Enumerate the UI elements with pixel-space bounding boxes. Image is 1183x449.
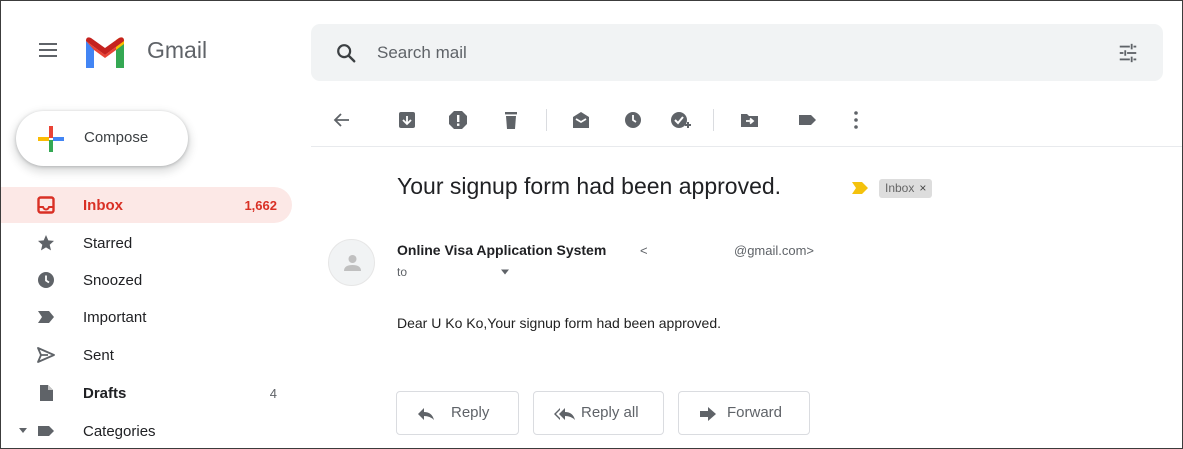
sender-avatar [328, 239, 375, 286]
importance-marker-icon[interactable] [851, 181, 869, 195]
reply-button[interactable]: Reply [396, 391, 519, 435]
sidebar-item-label: Sent [83, 347, 114, 364]
archive-icon[interactable] [397, 109, 419, 131]
expand-arrow-icon[interactable] [19, 427, 27, 435]
report-spam-icon[interactable] [447, 109, 469, 131]
sidebar-item-inbox[interactable]: Inbox 1,662 [1, 187, 292, 223]
sidebar-item-sent[interactable]: Sent [1, 337, 292, 373]
mark-unread-icon[interactable] [571, 109, 593, 131]
sidebar-item-important[interactable]: Important [1, 299, 292, 335]
forward-label: Forward [727, 404, 783, 421]
labels-icon[interactable] [797, 109, 819, 131]
star-icon [38, 235, 54, 251]
sidebar-item-categories[interactable]: Categories [1, 413, 292, 448]
clock-icon [38, 272, 54, 288]
search-bar [311, 24, 1163, 81]
sidebar-item-label: Inbox [83, 197, 123, 214]
snooze-icon[interactable] [623, 109, 645, 131]
more-options-icon[interactable] [845, 109, 867, 131]
main-menu-icon[interactable] [39, 42, 59, 58]
forward-button[interactable]: Forward [678, 391, 810, 435]
delete-icon[interactable] [501, 109, 523, 131]
gmail-logo-icon[interactable] [83, 35, 127, 69]
sidebar-item-snoozed[interactable]: Snoozed [1, 262, 292, 298]
top-bar: Gmail [1, 1, 1182, 93]
sidebar-item-label: Categories [83, 423, 156, 440]
drafts-count: 4 [269, 386, 277, 401]
sidebar-item-label: Important [83, 309, 147, 326]
default-avatar-icon [344, 255, 361, 271]
unread-count: 1,662 [244, 198, 277, 213]
reply-all-label: Reply all [581, 404, 639, 421]
email-subject: Your signup form had been approved. [397, 173, 782, 199]
forward-icon [700, 407, 716, 421]
reply-all-button[interactable]: Reply all [533, 391, 664, 435]
search-input[interactable] [377, 41, 1057, 65]
label-icon [38, 426, 54, 436]
inbox-icon [37, 196, 55, 214]
gmail-wordmark: Gmail [147, 37, 208, 63]
email-body: Dear U Ko Ko,Your signup form had been a… [397, 315, 722, 331]
sender-email: @gmail.com> [734, 243, 815, 258]
draft-icon [40, 385, 53, 401]
move-to-icon[interactable] [739, 109, 761, 131]
reply-all-icon [554, 408, 575, 420]
sidebar-item-drafts[interactable]: Drafts 4 [1, 375, 292, 411]
back-arrow-icon[interactable] [331, 109, 353, 131]
reply-label: Reply [451, 404, 490, 421]
search-icon[interactable] [335, 42, 357, 64]
sidebar-item-label: Drafts [83, 385, 127, 402]
compose-label: Compose [84, 129, 149, 146]
inbox-label-chip[interactable]: Inbox × [879, 179, 933, 198]
sender-email-bracket: < [640, 243, 648, 258]
toolbar-divider-line [311, 146, 1182, 147]
sender-name: Online Visa Application System [397, 242, 607, 258]
important-icon [38, 311, 54, 323]
sidebar-item-label: Starred [83, 235, 133, 252]
recipient-label: to [397, 265, 408, 279]
search-options-icon[interactable] [1117, 42, 1139, 64]
reply-icon [418, 408, 434, 420]
label-chip-text: Inbox [885, 181, 915, 195]
send-icon [37, 347, 55, 363]
show-details-caret-icon[interactable] [500, 269, 510, 275]
gmail-window: Gmail Compose [0, 0, 1183, 449]
sidebar-item-starred[interactable]: Starred [1, 225, 292, 261]
sidebar-item-label: Snoozed [83, 272, 143, 289]
toolbar-divider [546, 109, 547, 131]
toolbar-divider [713, 109, 714, 131]
compose-plus-icon [38, 126, 64, 152]
compose-button[interactable]: Compose [16, 111, 188, 166]
remove-label-icon[interactable]: × [919, 179, 926, 198]
add-to-tasks-icon[interactable] [669, 109, 691, 131]
